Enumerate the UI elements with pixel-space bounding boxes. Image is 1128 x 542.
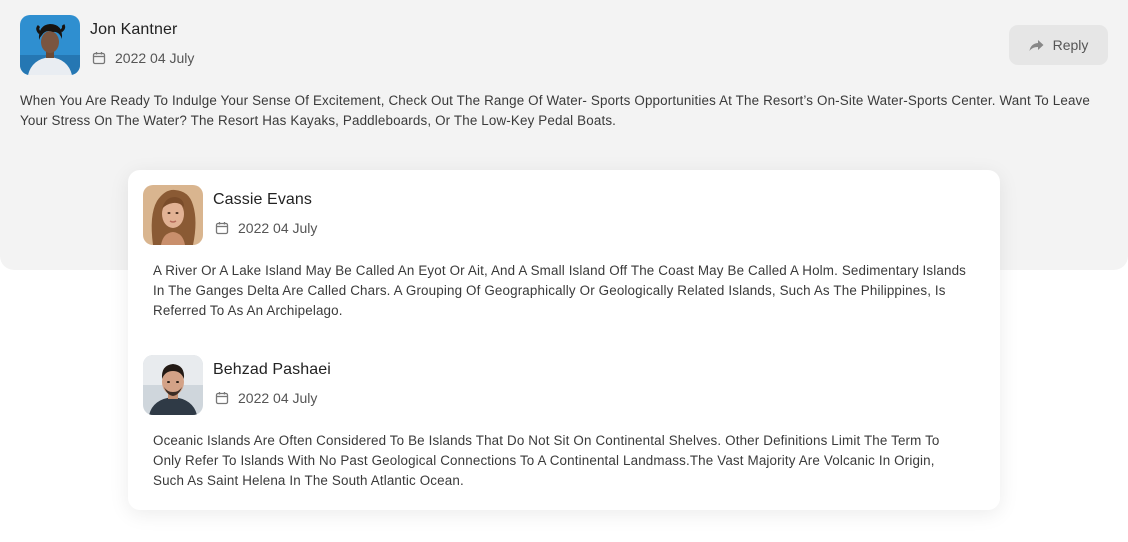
author-name: Cassie Evans	[213, 191, 313, 208]
share-arrow-icon	[1029, 39, 1044, 51]
behzad-pashaei-avatar[interactable]	[143, 355, 203, 415]
avatar-photo-icon	[143, 355, 203, 415]
date-text: 2022 04 July	[238, 390, 318, 406]
jon-kantner-avatar[interactable]	[20, 15, 80, 75]
cassie-evans-avatar[interactable]	[143, 185, 203, 245]
avatar-photo-icon	[143, 185, 203, 245]
reply-button[interactable]: Reply	[1009, 25, 1108, 65]
author-name: Behzad Pashaei	[213, 361, 331, 378]
comment-date: 2022 04 July	[215, 220, 317, 236]
reply-label: Reply	[1052, 37, 1089, 53]
comment-body: A River Or A Lake Island May Be Called A…	[153, 263, 967, 318]
replies-card: Cassie Evans 2022 04 July A River Or A L…	[128, 170, 1000, 510]
comment-date: 2022 04 July	[92, 50, 194, 66]
comment-date: 2022 04 July	[215, 390, 317, 406]
comment-body: Oceanic Islands Are Often Considered To …	[153, 433, 940, 488]
calendar-icon	[215, 222, 229, 235]
date-text: 2022 04 July	[238, 220, 318, 236]
calendar-icon	[215, 392, 229, 405]
author-name: Jon Kantner	[90, 21, 178, 38]
date-text: 2022 04 July	[115, 50, 195, 66]
calendar-icon	[92, 52, 106, 65]
avatar-photo-icon	[20, 15, 80, 75]
comment-body: When You Are Ready To Indulge Your Sense…	[20, 93, 1091, 128]
